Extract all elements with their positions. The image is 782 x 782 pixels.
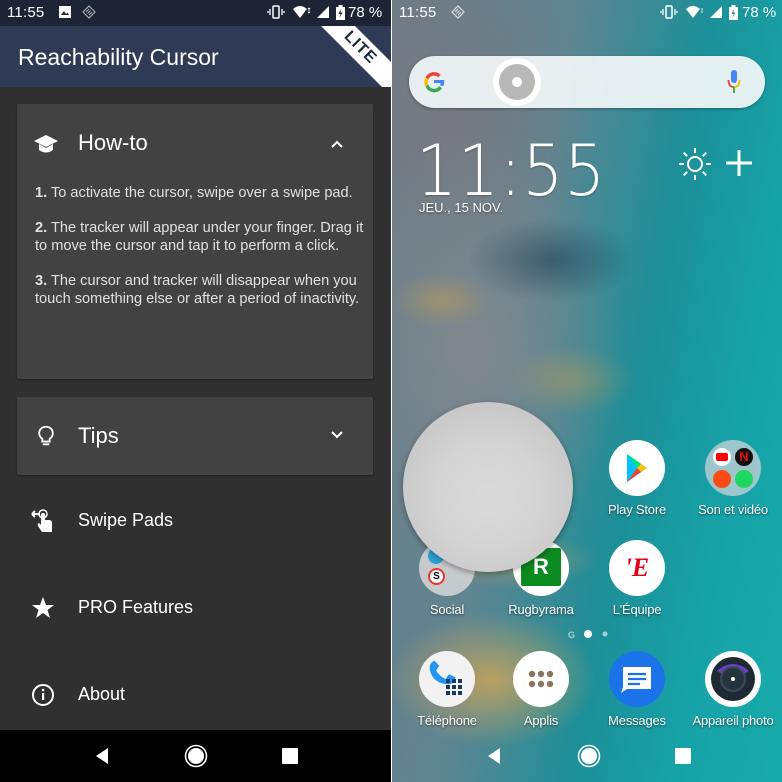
menu-item-label: Swipe Pads <box>78 510 174 530</box>
navigation-bar <box>392 730 782 782</box>
folder-son-et-video[interactable]: N Son et vidéo <box>685 440 781 517</box>
weather-sun-icon[interactable] <box>677 146 713 182</box>
app-play-store[interactable]: Play Store <box>589 440 685 517</box>
app-label: Applis <box>523 713 559 728</box>
google-search-bar[interactable] <box>409 56 765 108</box>
recents-icon[interactable] <box>278 744 302 768</box>
menu-item-about[interactable]: About <box>0 664 391 724</box>
app-title: Reachability Cursor <box>18 44 219 70</box>
messages-icon <box>609 651 665 707</box>
howto-steps: 1. To activate the cursor, swipe over a … <box>35 184 365 325</box>
battery-level: 78 % <box>742 4 777 21</box>
home-screen: 11:55 78 % 11:55 JEU., 15 NOV. Play Stor… <box>391 0 782 782</box>
cursor-indicator <box>493 58 541 106</box>
step-text: The tracker will appear under your finge… <box>35 220 364 254</box>
tips-header[interactable]: Tips <box>17 397 373 477</box>
app-drawer-icon <box>513 651 569 707</box>
dock-appareil-photo[interactable]: Appareil photo <box>685 651 781 728</box>
chevron-up-icon[interactable] <box>329 136 345 152</box>
page-indicator: G <box>568 630 608 640</box>
add-icon[interactable] <box>724 146 754 180</box>
netflix-icon: N <box>735 448 753 466</box>
lite-badge: LITE <box>305 26 391 87</box>
sync-icon <box>451 5 465 19</box>
status-time: 11:55 <box>7 4 45 21</box>
home-icon[interactable] <box>577 744 601 768</box>
status-time: 11:55 <box>399 4 437 21</box>
vibrate-icon <box>267 5 285 19</box>
chevron-down-icon[interactable] <box>329 427 345 443</box>
howto-title: How-to <box>78 130 148 155</box>
image-icon <box>59 6 71 18</box>
battery-charging-icon <box>336 5 345 20</box>
app-label: Play Store <box>608 502 666 517</box>
app-label: L'Équipe <box>612 602 662 617</box>
phone-icon <box>419 651 475 707</box>
howto-header[interactable]: How-to <box>17 104 373 184</box>
menu-item-swipe-pads[interactable]: Swipe Pads <box>0 490 391 550</box>
wifi-icon <box>686 6 703 18</box>
app-label: Téléphone <box>417 713 477 728</box>
battery-level: 78 % <box>348 4 383 21</box>
info-icon <box>32 684 54 706</box>
tips-title: Tips <box>78 423 119 448</box>
menu-item-label: PRO Features <box>78 597 194 617</box>
reachability-app-screen: 11:55 78 % Reachability Cursor LITE How-… <box>0 0 391 782</box>
howto-step: 3. The cursor and tracker will disappear… <box>35 272 365 308</box>
app-label: Social <box>429 602 465 617</box>
swipe-gesture-icon <box>31 509 52 532</box>
back-icon[interactable] <box>90 744 114 768</box>
spotify-icon <box>735 470 753 488</box>
app-lequipe[interactable]: 'E L'Équipe <box>589 540 685 617</box>
star-icon <box>32 597 54 618</box>
status-bar: 11:55 78 % <box>0 0 391 26</box>
cursor-tracker[interactable] <box>403 402 573 572</box>
wifi-icon <box>293 6 311 18</box>
step-text: The cursor and tracker will disappear wh… <box>35 273 360 307</box>
battery-charging-icon <box>729 5 738 20</box>
step-number: 2. <box>35 220 48 236</box>
back-icon[interactable] <box>482 744 506 768</box>
signal-icon <box>710 6 722 18</box>
app-label: Son et vidéo <box>698 502 768 517</box>
recents-icon[interactable] <box>671 744 695 768</box>
google-logo-icon <box>424 72 445 93</box>
lightbulb-icon <box>38 425 54 446</box>
signal-icon <box>317 6 329 18</box>
step-number: 3. <box>35 273 48 289</box>
arte-icon <box>713 470 731 488</box>
camera-icon <box>705 651 761 707</box>
app-label: Messages <box>608 713 666 728</box>
svg-text:G: G <box>568 630 575 640</box>
howto-step: 1. To activate the cursor, swipe over a … <box>35 184 365 202</box>
tips-card[interactable]: Tips <box>17 397 373 475</box>
status-bar: 11:55 78 % <box>392 0 782 26</box>
app-label: Appareil photo <box>692 713 774 728</box>
sync-icon <box>82 5 96 19</box>
youtube-icon <box>713 448 731 466</box>
howto-card: How-to 1. To activate the cursor, swipe … <box>17 104 373 379</box>
howto-step: 2. The tracker will appear under your fi… <box>35 219 365 255</box>
folder-icon: N <box>705 440 761 496</box>
step-number: 1. <box>35 185 48 201</box>
home-icon[interactable] <box>184 744 208 768</box>
menu-item-pro-features[interactable]: PRO Features <box>0 577 391 637</box>
dock-messages[interactable]: Messages <box>589 651 685 728</box>
app-label: Rugbyrama <box>508 602 574 617</box>
step-text: To activate the cursor, swipe over a swi… <box>47 185 353 201</box>
lequipe-icon: 'E <box>609 540 665 596</box>
dock-telephone[interactable]: Téléphone <box>399 651 495 728</box>
navigation-bar <box>0 730 391 782</box>
play-store-icon <box>609 440 665 496</box>
dock-applis[interactable]: Applis <box>493 651 589 728</box>
clock-widget-date: JEU., 15 NOV. <box>419 200 504 215</box>
menu-item-label: About <box>78 684 126 704</box>
vibrate-icon <box>660 5 678 19</box>
mic-icon[interactable] <box>727 69 741 95</box>
graduation-cap-icon <box>34 135 58 153</box>
app-bar: Reachability Cursor LITE <box>0 26 391 87</box>
